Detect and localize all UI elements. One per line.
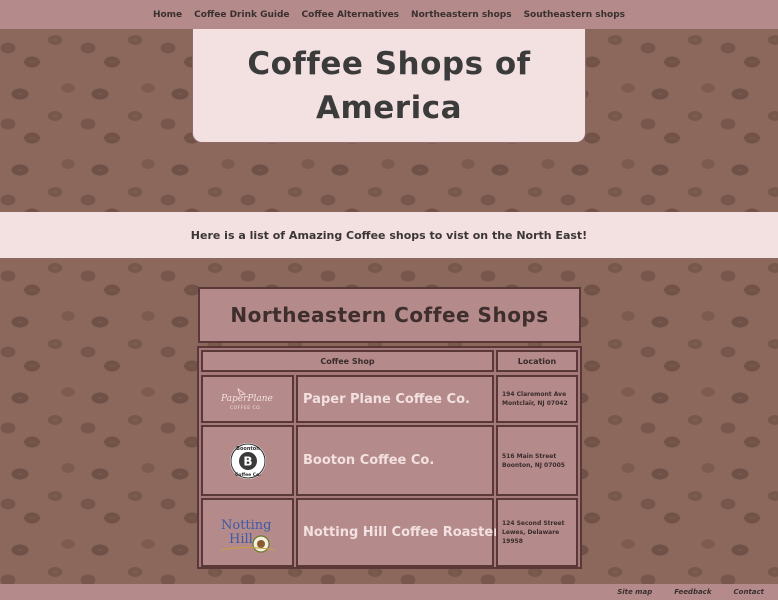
shop-location-notting-hill: 124 Second Street Lewes, Delaware 19958 <box>496 498 578 567</box>
address-line1: 194 Claremont Ave <box>502 391 567 398</box>
address-line2: Boonton, NJ 07005 <box>502 461 565 469</box>
intro-text: Here is a list of Amazing Coffee shops t… <box>190 228 588 242</box>
page-title: Coffee Shops of America <box>247 42 530 130</box>
intro-banner: Here is a list of Amazing Coffee shops t… <box>0 212 778 258</box>
footer-feedback[interactable]: Feedback <box>674 588 711 596</box>
boonton-logo-icon: B Boonton Coffee Co. <box>229 442 266 479</box>
footer-contact[interactable]: Contact <box>734 588 765 596</box>
shop-name-notting-hill[interactable]: Notting Hill Coffee Roastery <box>296 498 508 567</box>
nav-northeastern-shops[interactable]: Northeastern shops <box>411 10 512 20</box>
shop-name-paper-plane[interactable]: Paper Plane Coffee Co. <box>296 375 494 423</box>
address-line1: 516 Main Street <box>502 452 557 460</box>
shop-name-booton[interactable]: Booton Coffee Co. <box>296 425 494 496</box>
page-title-line2: America <box>315 89 463 126</box>
paper-plane-logo-text: PaperPlane <box>220 394 273 404</box>
nav-home[interactable]: Home <box>153 10 182 20</box>
nav-coffee-alternatives[interactable]: Coffee Alternatives <box>302 10 400 20</box>
shop-location-booton: 516 Main Street Boonton, NJ 07005 <box>496 425 578 496</box>
table-header-location: Location <box>496 350 578 372</box>
footer: Site map Feedback Contact <box>0 584 778 600</box>
footer-site-map[interactable]: Site map <box>617 588 652 596</box>
nav-southeastern-shops[interactable]: Southeastern shops <box>524 10 625 20</box>
paper-plane-logo-subtext: COFFEE CO. <box>230 405 262 411</box>
section-heading-box: Northeastern Coffee Shops <box>198 287 581 343</box>
paper-plane-logo: PaperPlane COFFEE CO. <box>201 375 294 423</box>
address-line1: 124 Second Street <box>502 520 565 527</box>
boonton-logo-letter: B <box>243 454 252 468</box>
notting-hill-logo-icon: Notting Hill <box>220 518 275 553</box>
notting-hill-logo: Notting Hill <box>201 498 294 567</box>
table-header-coffee-shop: Coffee Shop <box>201 350 494 372</box>
address-line2: Lewes, Delaware 19958 <box>502 529 560 545</box>
shops-table: Coffee Shop Location PaperPlane COFFEE C… <box>197 346 582 569</box>
notting-hill-logo-text: Notting <box>221 518 272 533</box>
hero-title-box: Coffee Shops of America <box>192 29 586 143</box>
top-navigation: Home Coffee Drink Guide Coffee Alternati… <box>0 0 778 29</box>
page-title-line1: Coffee Shops of <box>247 45 531 82</box>
boonton-logo: B Boonton Coffee Co. <box>201 425 294 496</box>
paper-plane-logo-icon: PaperPlane COFFEE CO. <box>220 387 273 411</box>
boonton-logo-top-text: Boonton <box>236 446 260 452</box>
notting-hill-logo-subtext: Hill <box>229 532 253 547</box>
shop-location-paper-plane: 194 Claremont Ave Montclair, NJ 07042 <box>496 375 578 423</box>
section-heading: Northeastern Coffee Shops <box>230 303 549 327</box>
nav-coffee-drink-guide[interactable]: Coffee Drink Guide <box>194 10 289 20</box>
address-line2: Montclair, NJ 07042 <box>502 400 568 407</box>
boonton-logo-bottom-text: Coffee Co. <box>235 472 261 478</box>
